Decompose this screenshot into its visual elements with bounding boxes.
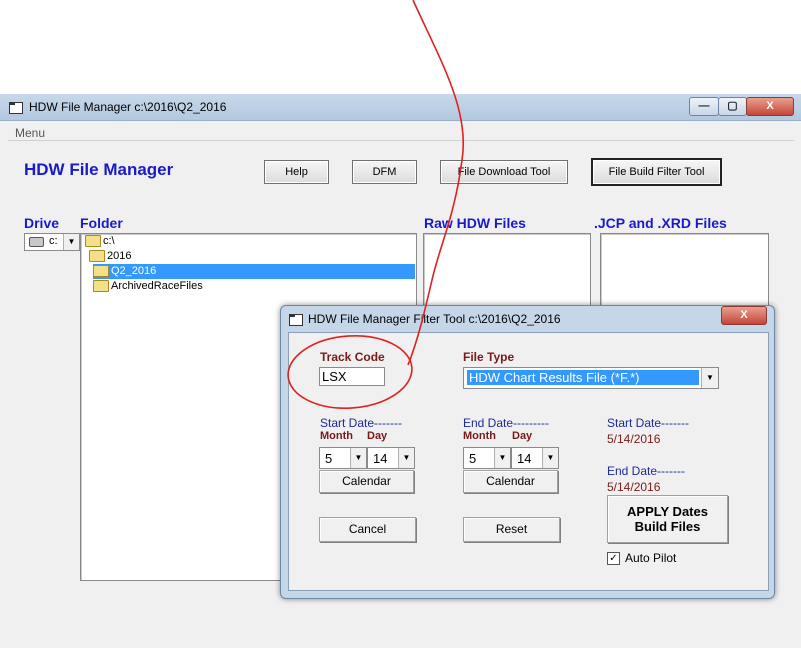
summary-start-date-label: Start Date------- bbox=[607, 416, 689, 430]
folder-open-icon bbox=[93, 265, 109, 278]
file-type-select[interactable]: HDW Chart Results File (*F.*) ▼ bbox=[463, 367, 719, 389]
folder-open-icon bbox=[85, 235, 101, 248]
start-month-label: Month bbox=[320, 430, 353, 442]
drive-icon bbox=[29, 237, 44, 247]
end-day-label: Day bbox=[512, 430, 533, 442]
end-day-value: 14 bbox=[517, 451, 532, 466]
end-day-select[interactable]: 14 ▼ bbox=[511, 447, 559, 469]
file-type-label: File Type bbox=[463, 350, 515, 364]
start-calendar-button[interactable]: Calendar bbox=[319, 470, 414, 493]
dialog-title: HDW File Manager Filter Tool c:\2016\Q2_… bbox=[308, 312, 561, 326]
chevron-down-icon[interactable]: ▼ bbox=[494, 448, 510, 468]
end-calendar-button[interactable]: Calendar bbox=[463, 470, 558, 493]
dfm-button[interactable]: DFM bbox=[352, 160, 417, 184]
reset-button[interactable]: Reset bbox=[463, 517, 560, 542]
jcp-xrd-files-label: .JCP and .XRD Files bbox=[594, 215, 727, 231]
dialog-close-button[interactable]: X bbox=[721, 306, 767, 325]
main-window-title: HDW File Manager c:\2016\Q2_2016 bbox=[29, 100, 227, 114]
minimize-button[interactable]: — bbox=[689, 97, 719, 116]
chevron-down-icon[interactable]: ▼ bbox=[63, 234, 79, 250]
chevron-down-icon[interactable]: ▼ bbox=[350, 448, 366, 468]
cancel-button[interactable]: Cancel bbox=[319, 517, 416, 542]
folder-icon bbox=[93, 280, 109, 293]
start-month-value: 5 bbox=[325, 451, 333, 466]
track-code-input[interactable]: LSX bbox=[319, 367, 385, 386]
start-month-select[interactable]: 5 ▼ bbox=[319, 447, 367, 469]
folder-open-icon bbox=[89, 250, 105, 263]
maximize-button[interactable]: ▢ bbox=[718, 97, 747, 116]
folder-item-archivedracefiles[interactable]: ArchivedRaceFiles bbox=[93, 279, 203, 294]
start-day-label: Day bbox=[367, 430, 388, 442]
help-button[interactable]: Help bbox=[264, 160, 329, 184]
folder-label: Folder bbox=[80, 215, 123, 231]
drive-select[interactable]: c: ▼ bbox=[24, 233, 80, 251]
drive-label: Drive bbox=[24, 215, 60, 231]
end-month-value: 5 bbox=[469, 451, 477, 466]
file-build-filter-tool-button[interactable]: File Build Filter Tool bbox=[591, 158, 722, 186]
folder-item-root[interactable]: c:\ bbox=[85, 234, 115, 249]
chevron-down-icon[interactable]: ▼ bbox=[398, 448, 414, 468]
app-heading: HDW File Manager bbox=[24, 160, 174, 179]
folder-item-q2-2016[interactable]: Q2_2016 bbox=[93, 264, 415, 279]
end-date-label: End Date--------- bbox=[463, 416, 549, 430]
dialog-window-icon bbox=[289, 314, 303, 326]
folder-item-2016[interactable]: 2016 bbox=[89, 249, 131, 264]
app-window-icon bbox=[9, 102, 23, 114]
end-month-select[interactable]: 5 ▼ bbox=[463, 447, 511, 469]
close-button[interactable]: X bbox=[746, 97, 794, 116]
start-day-value: 14 bbox=[373, 451, 388, 466]
start-day-select[interactable]: 14 ▼ bbox=[367, 447, 415, 469]
summary-end-date-value: 5/14/2016 bbox=[607, 480, 661, 494]
chevron-down-icon[interactable]: ▼ bbox=[701, 368, 718, 388]
end-month-label: Month bbox=[463, 430, 496, 442]
raw-files-label: Raw HDW Files bbox=[424, 215, 526, 231]
file-download-tool-button[interactable]: File Download Tool bbox=[440, 160, 568, 184]
summary-start-date-value: 5/14/2016 bbox=[607, 432, 661, 446]
drive-value: c: bbox=[49, 235, 58, 247]
apply-dates-build-files-button[interactable]: APPLY Dates Build Files bbox=[607, 495, 728, 543]
auto-pilot-checkbox[interactable]: ✓ bbox=[607, 552, 620, 565]
file-type-value: HDW Chart Results File (*F.*) bbox=[467, 370, 699, 385]
start-date-label: Start Date------- bbox=[320, 416, 402, 430]
menu-bar bbox=[8, 124, 794, 141]
menu-item-menu[interactable]: Menu bbox=[15, 126, 45, 140]
summary-end-date-label: End Date------- bbox=[607, 464, 686, 478]
chevron-down-icon[interactable]: ▼ bbox=[542, 448, 558, 468]
apply-line-1: APPLY Dates bbox=[627, 504, 708, 519]
apply-line-2: Build Files bbox=[634, 519, 701, 534]
auto-pilot-label: Auto Pilot bbox=[625, 551, 677, 565]
track-code-label: Track Code bbox=[320, 350, 385, 364]
